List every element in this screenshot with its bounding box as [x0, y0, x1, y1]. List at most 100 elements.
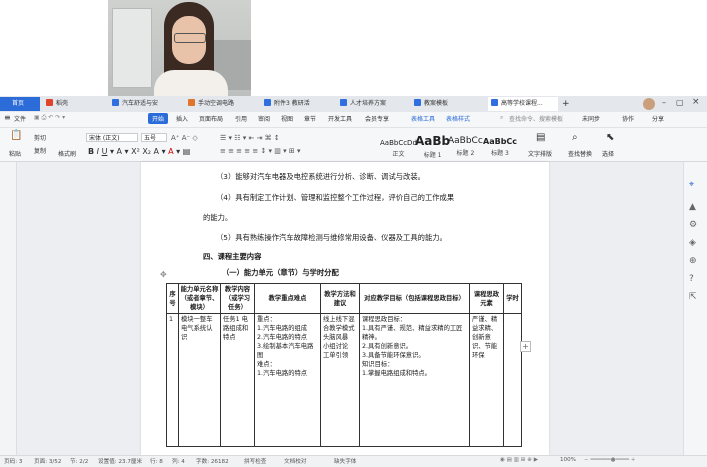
tab-active-doc[interactable]: 高等学校课程...	[488, 97, 558, 111]
menu-member[interactable]: 会员专享	[365, 114, 389, 123]
menu-insert[interactable]: 插入	[176, 114, 188, 123]
copy-button[interactable]: 复制	[34, 146, 46, 155]
tab-doc-5[interactable]: 教案模板	[414, 97, 486, 111]
list-icons[interactable]: ☰ ▾ ☷ ▾ ⇤ ⇥ ⌘ ↕	[220, 134, 280, 142]
word-doc-icon	[491, 99, 498, 106]
table-cell[interactable]: 线上线下混合教学模式 头脑风暴 小组讨论 工单引领	[320, 313, 360, 447]
status-spellcheck[interactable]: 拼写检查	[244, 457, 266, 465]
location-icon[interactable]: ⌖	[689, 180, 694, 190]
style-label: 正文	[392, 151, 405, 158]
subsection-heading[interactable]: （一）能力单元（章节）与学时分配	[222, 268, 339, 278]
menu-layout[interactable]: 页面布局	[199, 114, 223, 123]
paste-icon[interactable]: 📋	[10, 131, 22, 141]
paragraph-4[interactable]: （4）具有制定工作计划、管理和监控整个工作过程，评价自己的工作成果	[216, 193, 454, 203]
menu-references[interactable]: 引用	[235, 114, 247, 123]
tab-doc-3[interactable]: 附件3 教研活	[264, 97, 336, 111]
menu-start[interactable]: 开始	[148, 113, 169, 124]
menu-review[interactable]: 审阅	[258, 114, 270, 123]
table-cell[interactable]	[503, 313, 522, 447]
paragraph-3[interactable]: （3）能够对汽车电器及电控系统进行分析、诊断、调试与改装。	[216, 172, 425, 182]
view-mode-icons[interactable]: ◉ ▤ ▥ ⊞ ⊕ ▶	[500, 457, 538, 463]
paragraph-5[interactable]: （5）具有熟练操作汽车故障检测与维修常用设备、仪器及工具的能力。	[216, 233, 447, 243]
paragraph-4-cont[interactable]: 的能力。	[203, 213, 232, 223]
cut-button[interactable]: 剪切	[34, 133, 46, 142]
find-replace-button[interactable]: 查找替换	[568, 149, 592, 158]
font-size-adjust-icons[interactable]: A⁺ A⁻ ◇	[171, 134, 198, 142]
table-cell[interactable]: 模块一整车电气系统认识	[178, 313, 221, 447]
settings-icon[interactable]: ⚙	[689, 220, 697, 230]
align-icons[interactable]: ≡ ≡ ≡ ≡ ≡ ↕ ▾ ▥ ▾ ⊞ ▾	[220, 147, 300, 155]
style-heading-3[interactable]: AaBbCc 标题 3	[483, 131, 517, 157]
text-layout-icon[interactable]: ▤	[536, 133, 545, 143]
table-header: 能力单元名称（或者章节、模块）	[178, 283, 221, 314]
table-move-handle-icon[interactable]: ✥	[160, 270, 167, 279]
tab-doc-1[interactable]: 汽车舒适与安	[112, 97, 184, 111]
maximize-icon[interactable]: ▢	[676, 98, 684, 107]
minimize-icon[interactable]: –	[662, 98, 666, 107]
status-position[interactable]: 设置值: 23.7厘米	[98, 457, 142, 465]
menu-table-tools[interactable]: 表格工具	[411, 114, 435, 123]
help-icon[interactable]: ?	[689, 274, 694, 284]
text-format-icons[interactable]: B I U ▾ A ▾ X² X₂ A ▾ A ▾ ▤	[88, 147, 190, 156]
style-heading-2[interactable]: AaBbCc 标题 2	[448, 131, 483, 157]
style-icon[interactable]: ◈	[689, 238, 696, 248]
status-page[interactable]: 页码: 3	[4, 457, 22, 465]
hamburger-icon[interactable]: ≡	[4, 113, 11, 122]
style-normal[interactable]: AaBbCcDd 正文	[380, 131, 417, 158]
tab-doc-4[interactable]: 人才培养方案	[340, 97, 412, 111]
collab-button[interactable]: 协作	[622, 114, 634, 123]
tab-home[interactable]: 首页	[0, 97, 40, 111]
left-ruler	[0, 162, 17, 455]
table-header: 学时	[503, 283, 522, 314]
format-painter-button[interactable]: 格式刷	[58, 149, 76, 158]
text-layout-button[interactable]: 文字排版	[528, 149, 552, 158]
share-icon[interactable]: ⇱	[689, 292, 697, 302]
status-words[interactable]: 字数: 26182	[196, 457, 229, 465]
table-cell[interactable]: 严谨、精益求精、创新意识、节能环保	[469, 313, 504, 447]
font-size-select[interactable]: 五号	[141, 133, 167, 142]
status-missing-font[interactable]: 缺失字体	[334, 457, 356, 465]
font-family-select[interactable]: 宋体 (正文)	[86, 133, 138, 142]
quick-access-icons[interactable]: ▣ ⎙ ↶ ↷ ▾	[34, 114, 65, 122]
select-button[interactable]: 选择	[602, 149, 614, 158]
paste-button[interactable]: 粘贴	[9, 149, 21, 158]
scroll-up-icon[interactable]: ▲	[689, 202, 696, 212]
table-cell[interactable]: 课程思政目标： 1.具有严谨、规范、精益求精的工匠精神。 2.具有创新意识。 3…	[359, 313, 470, 447]
map-icon[interactable]: ⊕	[689, 256, 697, 266]
zoom-slider[interactable]: − ━━━━━━●━━━━ +	[584, 457, 636, 463]
menu-table-style[interactable]: 表格样式	[446, 114, 470, 123]
avatar[interactable]	[643, 98, 655, 110]
search-commands[interactable]: 查找命令、搜索模板	[509, 114, 563, 123]
menu-developer[interactable]: 开发工具	[328, 114, 352, 123]
tab-home-label: 首页	[12, 100, 25, 107]
close-icon[interactable]: ×	[692, 97, 700, 107]
style-preview: AaBb	[415, 134, 451, 148]
tab-doc-2[interactable]: 手动空调电路	[188, 97, 260, 111]
table-header: 教学内容（或学习任务）	[220, 283, 255, 314]
add-column-icon[interactable]: +	[520, 341, 531, 352]
zoom-level[interactable]: 100%	[560, 457, 576, 463]
tab-docer[interactable]: 稻壳	[46, 97, 106, 111]
table-cell[interactable]: 重点： 1.汽车电路的组成 2.汽车电路的特点 3.绘制基本汽车电路图 难点： …	[254, 313, 321, 447]
status-section[interactable]: 节: 2/2	[70, 457, 88, 465]
menu-chapter[interactable]: 章节	[304, 114, 316, 123]
table-cell[interactable]: 1	[166, 313, 179, 447]
share-button[interactable]: 分享	[652, 114, 664, 123]
menu-file[interactable]: 文件	[14, 114, 26, 123]
section-heading[interactable]: 四、课程主要内容	[203, 252, 261, 262]
menu-view[interactable]: 视图	[281, 114, 293, 123]
new-tab-button[interactable]: +	[562, 97, 572, 111]
style-label: 标题 3	[491, 150, 509, 157]
status-pages[interactable]: 页面: 3/52	[34, 457, 61, 465]
select-icon[interactable]: ⬉	[606, 133, 614, 143]
style-label: 标题 1	[423, 152, 442, 159]
status-row[interactable]: 行: 8	[150, 457, 163, 465]
unsynced-status[interactable]: 未同步	[582, 114, 600, 123]
style-heading-1[interactable]: AaBb 标题 1	[415, 131, 450, 159]
table-cell[interactable]: 任务1 电路组成和特点	[220, 313, 255, 447]
course-table[interactable]: 序号 能力单元名称（或者章节、模块） 教学内容（或学习任务） 教学重点难点 教学…	[166, 283, 522, 447]
status-col[interactable]: 列: 4	[172, 457, 185, 465]
status-proofread[interactable]: 文档校对	[284, 457, 306, 465]
find-icon[interactable]: ⌕	[572, 133, 578, 143]
table-row[interactable]: 1 模块一整车电气系统认识 任务1 电路组成和特点 重点： 1.汽车电路的组成 …	[166, 313, 522, 447]
